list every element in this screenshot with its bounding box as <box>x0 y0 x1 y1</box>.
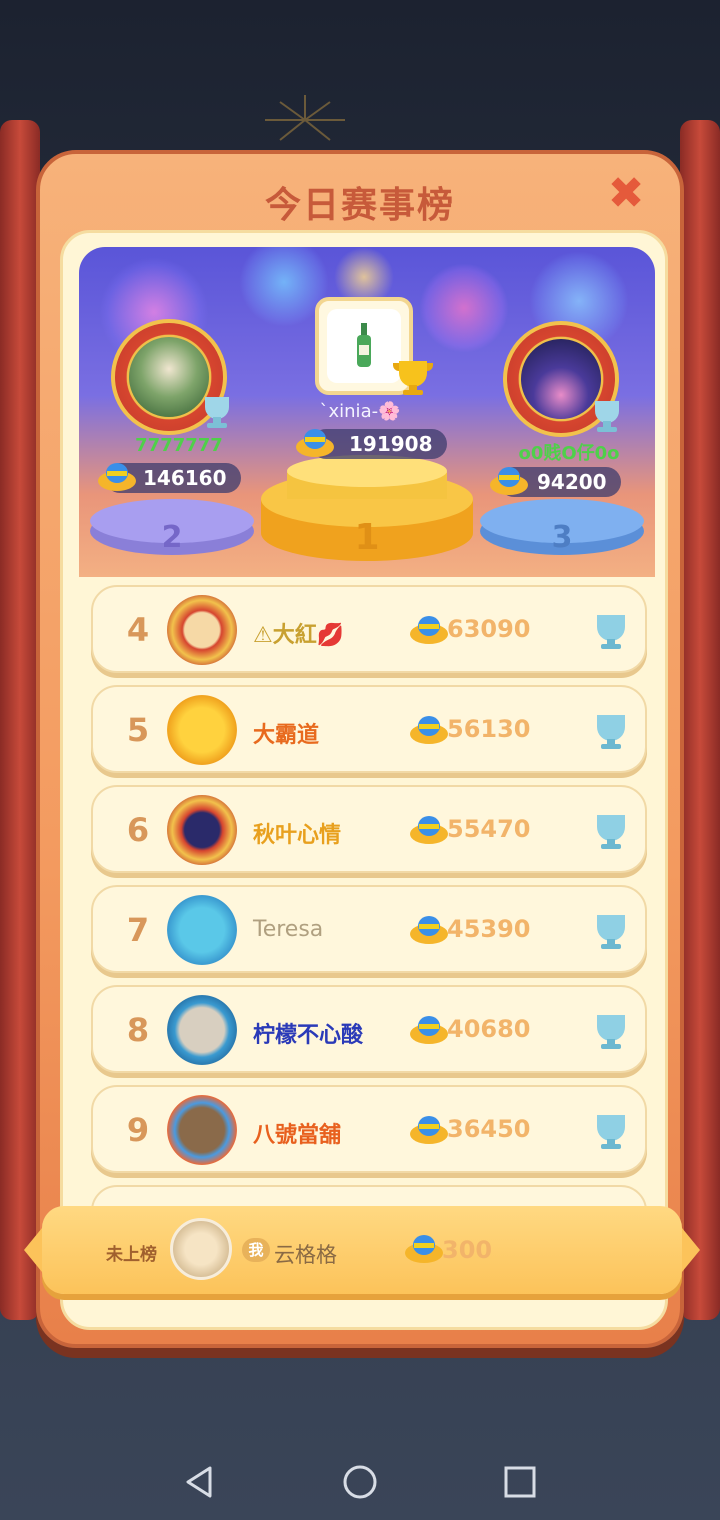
rank-number: 9 <box>126 1111 150 1149</box>
firework-icon <box>419 263 509 353</box>
podium-name-1: `xinia-🌸 <box>319 401 401 422</box>
player-name: 大霸道 <box>253 723 320 748</box>
cup-icon[interactable] <box>589 911 633 951</box>
player-score: 55470 <box>447 815 531 843</box>
rank-number: 5 <box>126 711 150 749</box>
left-decoration-pole <box>0 120 40 1320</box>
avatar <box>167 895 237 965</box>
my-name: 云格格 <box>274 1243 337 1267</box>
home-icon[interactable] <box>340 1462 380 1502</box>
rank-number: 7 <box>126 911 150 949</box>
list-item[interactable]: 7 Teresa 45390 <box>91 885 647 973</box>
firework-decoration <box>265 95 345 141</box>
rank-2-label: 2 <box>162 520 183 555</box>
podium-area: 2 1 3 7777777 146160 `xinia-🌸 191908 o0贱… <box>79 247 655 577</box>
avatar <box>167 795 237 865</box>
player-score: 40680 <box>447 1015 531 1043</box>
gold-cup-icon <box>393 361 433 395</box>
player-score: 63090 <box>447 615 531 643</box>
player-score: 45390 <box>447 915 531 943</box>
silver-cup-icon <box>595 401 619 432</box>
close-button[interactable]: ✖ <box>602 170 650 218</box>
my-rank-bar[interactable]: 未上榜 我 云格格 300 <box>24 1206 700 1294</box>
gold-ingot-icon <box>410 1016 448 1044</box>
gold-ingot-icon <box>405 1235 443 1263</box>
list-item[interactable]: 8 柠檬不心酸 40680 <box>91 985 647 1073</box>
avatar <box>167 695 237 765</box>
avatar <box>167 995 237 1065</box>
leaderboard-content: 2 1 3 7777777 146160 `xinia-🌸 191908 o0贱… <box>60 230 668 1330</box>
system-navigation-bar <box>0 1440 720 1520</box>
podium-name-3: o0贱O仔0o <box>518 443 620 464</box>
avatar <box>327 309 401 383</box>
rank-3-label: 3 <box>552 520 573 555</box>
cup-icon[interactable] <box>589 811 633 851</box>
panel-title: 今日赛事榜 <box>264 185 455 226</box>
gold-ingot-icon <box>490 467 528 495</box>
avatar <box>167 1095 237 1165</box>
avatar <box>170 1218 232 1280</box>
player-name: ⚠大紅💋 <box>253 623 345 648</box>
player-score: 36450 <box>447 1115 531 1143</box>
rank-number: 6 <box>126 811 150 849</box>
list-item[interactable]: 4 ⚠大紅💋 63090 <box>91 585 647 673</box>
me-badge: 我 <box>242 1238 270 1262</box>
pedestal-3: 3 <box>480 499 644 555</box>
list-item[interactable]: 9 八號當舖 36450 <box>91 1085 647 1173</box>
player-score: 56130 <box>447 715 531 743</box>
player-name: Teresa <box>253 917 324 942</box>
my-score: 300 <box>442 1236 493 1264</box>
leaderboard-panel: 今日赛事榜 ✖ 2 1 3 7777777 146160 `xinia-🌸 19… <box>36 150 684 1348</box>
player-name: 八號當舖 <box>253 1123 342 1148</box>
recents-icon[interactable] <box>500 1462 540 1502</box>
cup-icon[interactable] <box>589 711 633 751</box>
bottle-icon <box>357 323 371 367</box>
gold-ingot-icon <box>410 716 448 744</box>
player-name: 柠檬不心酸 <box>253 1023 364 1048</box>
gold-ingot-icon <box>410 816 448 844</box>
gold-ingot-icon <box>410 1116 448 1144</box>
my-rank-status: 未上榜 <box>106 1245 157 1265</box>
list-item[interactable]: 6 秋叶心情 55470 <box>91 785 647 873</box>
right-decoration-pole <box>680 120 720 1320</box>
cup-icon[interactable] <box>589 611 633 651</box>
silver-cup-icon <box>205 397 229 428</box>
cup-icon[interactable] <box>589 1011 633 1051</box>
rank-1-label: 1 <box>354 517 379 558</box>
gold-ingot-icon <box>410 616 448 644</box>
list-item[interactable]: 5 大霸道 56130 <box>91 685 647 773</box>
avatar <box>167 595 237 665</box>
pedestal-1: 1 <box>261 455 473 561</box>
gold-ingot-icon <box>410 916 448 944</box>
player-name: 秋叶心情 <box>253 823 342 848</box>
gold-ingot-icon <box>98 463 136 491</box>
cup-icon[interactable] <box>589 1111 633 1151</box>
gold-ingot-icon <box>296 429 334 457</box>
podium-name-2: 7777777 <box>135 435 223 456</box>
back-icon[interactable] <box>180 1462 220 1502</box>
rank-number: 8 <box>126 1011 150 1049</box>
rank-number: 4 <box>126 611 150 649</box>
pedestal-2: 2 <box>90 499 254 555</box>
